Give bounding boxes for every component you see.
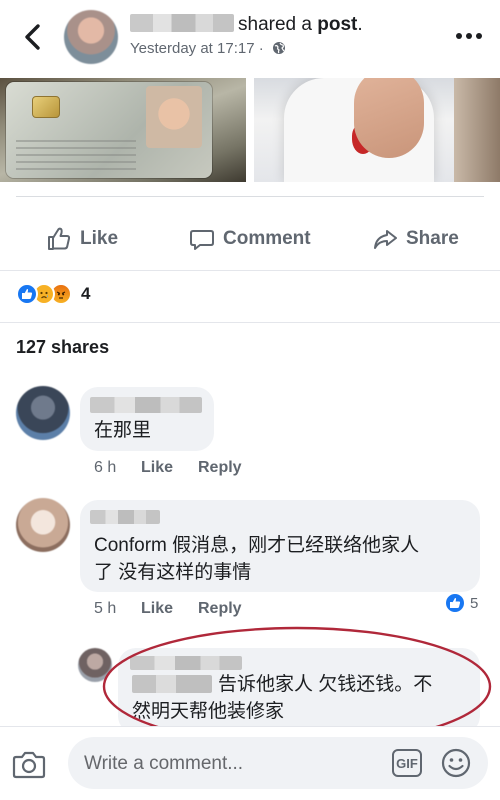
post-link[interactable]: post xyxy=(317,14,357,35)
comment-button[interactable]: Comment xyxy=(189,224,311,254)
post-author-line: shared a post. xyxy=(130,14,363,36)
post-meta: Yesterday at 17:17 · xyxy=(130,40,286,57)
post-timestamp[interactable]: Yesterday at 17:17 xyxy=(130,40,255,57)
card-text-lines xyxy=(16,140,136,170)
camera-icon[interactable] xyxy=(12,749,46,779)
gif-button[interactable]: GIF xyxy=(392,749,422,777)
comment-reaction-count: 5 xyxy=(470,594,479,612)
comment-label: Comment xyxy=(223,228,311,249)
post-header: shared a post. Yesterday at 17:17 · xyxy=(0,0,500,78)
reactions-summary[interactable]: 4 xyxy=(16,282,90,306)
background-edge xyxy=(454,78,500,182)
comment-reply-link[interactable]: Reply xyxy=(198,459,242,477)
blurred-commenter-name[interactable] xyxy=(90,510,160,524)
like-reaction-icon xyxy=(16,283,38,305)
divider xyxy=(0,270,500,271)
like-reaction-icon xyxy=(444,592,466,614)
thumbs-up-icon xyxy=(48,227,71,250)
comment-time: 5 h xyxy=(94,600,117,617)
blurred-commenter-name[interactable] xyxy=(90,397,202,413)
post-photos xyxy=(0,78,500,184)
commenter-avatar[interactable] xyxy=(16,498,70,552)
photo-person[interactable] xyxy=(254,78,500,182)
like-label: Like xyxy=(80,228,119,249)
comment-meta: 5 h Like Reply xyxy=(94,600,294,620)
comment-like-link[interactable]: Like xyxy=(141,459,173,477)
comment-reply-link[interactable]: Reply xyxy=(198,600,242,618)
comment-bubble-icon xyxy=(190,230,214,250)
author-avatar[interactable] xyxy=(64,10,118,64)
comment-input-placeholder[interactable]: Write a comment... xyxy=(84,753,243,775)
comment-like-link[interactable]: Like xyxy=(141,600,173,618)
comment-meta: 6 h Like Reply xyxy=(94,459,294,479)
globe-icon xyxy=(272,42,285,54)
emoji-icon[interactable] xyxy=(440,747,472,779)
share-label: Share xyxy=(406,228,459,249)
divider xyxy=(0,322,500,323)
post-actions-bar: Like Comment Share xyxy=(0,214,500,264)
more-dots-icon[interactable] xyxy=(452,26,486,46)
like-button[interactable]: Like xyxy=(46,224,118,254)
photo-id-card[interactable] xyxy=(0,78,246,182)
person-arm xyxy=(354,78,424,158)
share-button[interactable]: Share xyxy=(372,224,459,254)
comment-text-line: 了 没有这样的事情 xyxy=(94,562,252,583)
card-portrait xyxy=(146,86,202,148)
comment-time: 6 h xyxy=(94,459,117,476)
card-chip xyxy=(32,96,60,118)
commenter-avatar[interactable] xyxy=(16,386,70,440)
blurred-author-name[interactable] xyxy=(130,14,234,32)
shares-count[interactable]: 127 shares xyxy=(16,337,109,358)
comment-composer: Write a comment... GIF xyxy=(0,726,500,800)
id-card-image xyxy=(6,82,212,178)
reaction-count: 4 xyxy=(81,284,91,303)
meta-separator: · xyxy=(258,40,264,57)
share-arrow-icon xyxy=(374,230,397,249)
comment-text: 在那里 xyxy=(94,420,152,441)
back-arrow-icon[interactable] xyxy=(18,20,48,54)
shared-text: shared a xyxy=(238,14,312,35)
divider xyxy=(16,196,484,197)
comment-text-line: Conform 假消息，刚才已经联络他家人 xyxy=(94,535,420,556)
comment-reactions[interactable]: 5 xyxy=(444,592,478,614)
